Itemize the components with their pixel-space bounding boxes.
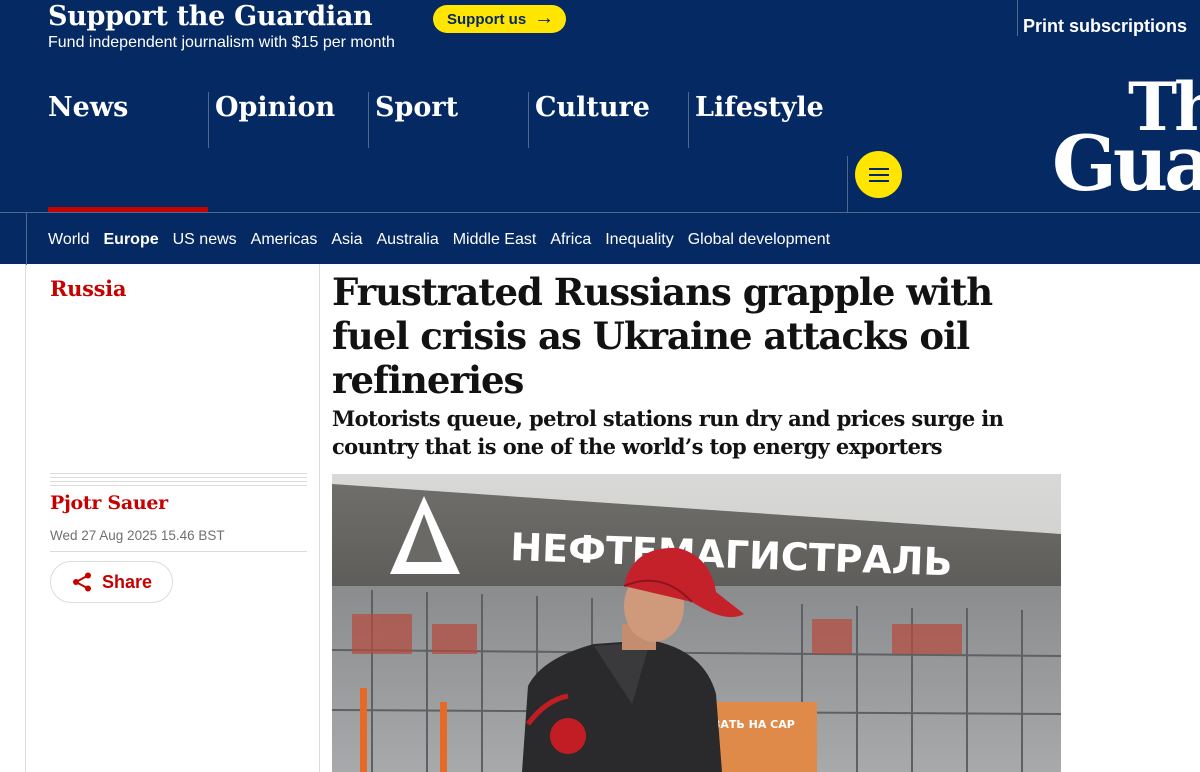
nav-pillar-label: Culture <box>535 92 650 123</box>
support-banner: Support the Guardian Fund independent jo… <box>0 0 1200 64</box>
support-title: Support the Guardian <box>48 1 373 32</box>
print-subscriptions-link[interactable]: Print subscriptions <box>1023 16 1187 37</box>
arrow-right-icon: → <box>534 7 555 29</box>
nav-pillar-label: Opinion <box>215 92 336 123</box>
subnav-item-inequality[interactable]: Inequality <box>605 231 674 249</box>
nav-pillar-label: News <box>48 92 129 123</box>
nav-pillar-label: Sport <box>375 92 459 123</box>
menu-button[interactable] <box>855 151 902 198</box>
subnav-item-africa[interactable]: Africa <box>550 231 591 249</box>
nav-pillar-label: Lifestyle <box>695 92 824 123</box>
share-button[interactable]: Share <box>50 561 173 603</box>
section-tag[interactable]: Russia <box>50 276 126 301</box>
nav-pillar-lifestyle[interactable]: Lifestyle <box>688 92 847 148</box>
publish-date: Wed 27 Aug 2025 15.46 BST <box>50 528 225 543</box>
article-standfirst: Motorists queue, petrol stations run dry… <box>332 406 1004 459</box>
subnav-item-us-news[interactable]: US news <box>173 231 237 249</box>
support-us-button[interactable]: Support us → <box>433 5 567 33</box>
subnav-item-europe[interactable]: Europe <box>104 231 159 249</box>
hamburger-icon-bar <box>868 173 889 176</box>
guardian-logo[interactable]: The Guardian <box>1052 74 1200 206</box>
meta-divider <box>50 473 307 486</box>
article-headline: Frustrated Russians grapple with fuel cr… <box>332 270 993 402</box>
logo-line-2: Guardian <box>1052 119 1200 206</box>
subnav-item-americas[interactable]: Americas <box>251 231 318 249</box>
divider <box>50 551 307 552</box>
divider <box>1017 0 1018 36</box>
subnav-item-asia[interactable]: Asia <box>331 231 362 249</box>
subnav-item-global-development[interactable]: Global development <box>688 231 830 249</box>
subnav-item-middle-east[interactable]: Middle East <box>453 231 537 249</box>
photo-illustration: НЕФТЕМАГИСТРАЛЬ ВАТЬ НА САР <box>332 474 1061 772</box>
nav-pillar-sport[interactable]: Sport <box>368 92 528 148</box>
author-byline[interactable]: Pjotr Sauer <box>50 492 168 514</box>
subnav-list: World Europe US news Americas Asia Austr… <box>48 231 844 249</box>
hamburger-icon <box>868 167 889 170</box>
divider <box>847 156 848 212</box>
page-border <box>25 264 26 772</box>
divider <box>26 213 27 265</box>
nav-pillar-culture[interactable]: Culture <box>528 92 688 148</box>
subnav-item-world[interactable]: World <box>48 231 90 249</box>
subnavigation: World Europe US news Americas Asia Austr… <box>0 212 1200 265</box>
support-subtitle: Fund independent journalism with $15 per… <box>48 34 395 51</box>
subnav-item-australia[interactable]: Australia <box>376 231 438 249</box>
nav-pillar-opinion[interactable]: Opinion <box>208 92 368 148</box>
kiosk-text: ВАТЬ НА САР <box>712 718 795 731</box>
share-label: Share <box>101 571 153 592</box>
article-main-image: НЕФТЕМАГИСТРАЛЬ ВАТЬ НА САР <box>332 474 1061 772</box>
column-divider <box>319 264 320 772</box>
support-us-label: Support us <box>447 10 527 28</box>
share-icon <box>72 572 91 592</box>
hamburger-icon-bar <box>868 179 889 182</box>
nav-pillar-news[interactable]: News <box>48 92 208 148</box>
